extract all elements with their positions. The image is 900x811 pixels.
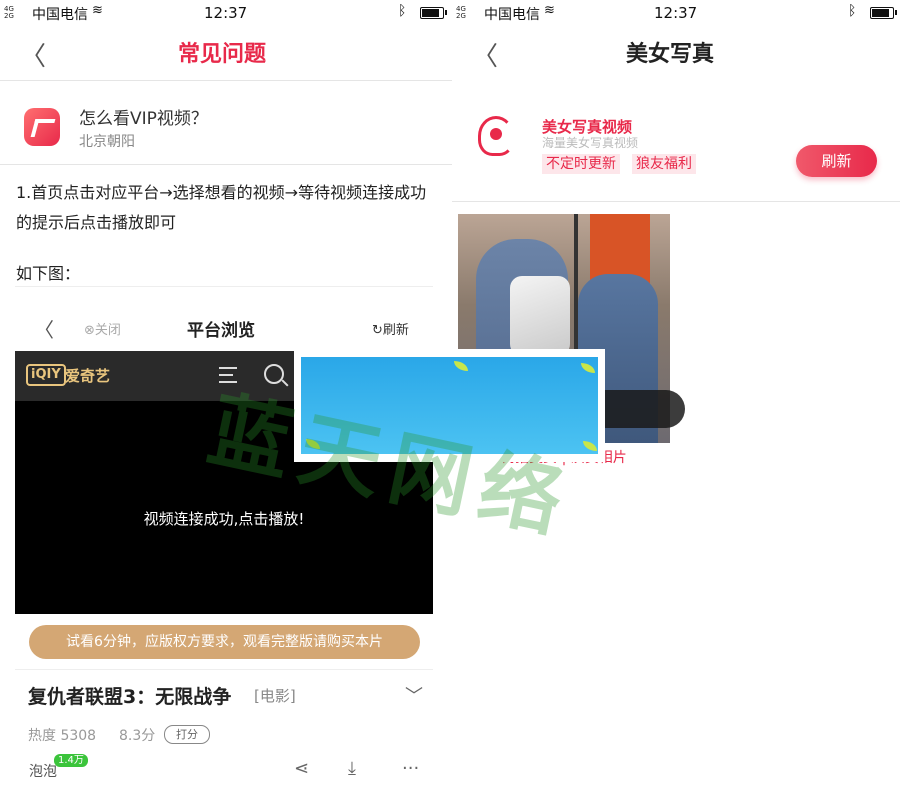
divider — [15, 286, 433, 287]
paopao-count-badge: 1.4万 — [54, 754, 88, 767]
status-time: 12:37 — [204, 4, 248, 22]
bluetooth-icon: ᛒ — [398, 3, 407, 19]
inner-back-button[interactable]: 〈 — [34, 314, 54, 343]
chevron-down-icon[interactable]: ﹀ — [405, 682, 423, 708]
share-icon[interactable]: ⋖ — [294, 758, 309, 779]
movie-title: 复仇者联盟3：无限战争 — [28, 686, 232, 708]
answer-step: 1.首页点击对应平台→选择想看的视频→等待视频连接成功的提示后点击播放即可 — [16, 183, 427, 232]
signal-icon: 4G 2G — [456, 5, 466, 20]
channel-avatar — [476, 114, 516, 156]
app-logo-icon — [24, 108, 60, 146]
iqiyi-name: 爱奇艺 — [65, 367, 111, 385]
iqiyi-logo: iQIY — [26, 364, 66, 386]
divider — [0, 164, 452, 165]
status-bar: 4G 2G 中国电信 ≋ 12:37 ᛒ — [0, 0, 452, 26]
divider — [452, 201, 900, 202]
battery-icon — [420, 7, 447, 19]
back-button[interactable]: 〈 — [472, 36, 498, 73]
more-icon[interactable]: ··· — [402, 758, 419, 779]
carrier-label: 中国电信 — [484, 7, 540, 23]
answer-see-below: 如下图： — [16, 264, 81, 283]
battery-icon — [870, 7, 897, 19]
download-icon[interactable]: ⤓ — [348, 758, 356, 779]
signal-icon: 4G 2G — [4, 5, 14, 20]
channel-subtitle: 海量美女写真视频 — [542, 136, 639, 150]
page-title: 常见问题 — [178, 42, 267, 67]
channel-tag: 不定时更新 — [542, 154, 620, 174]
rate-button[interactable]: 打分 — [164, 725, 210, 744]
wifi-icon: ≋ — [544, 3, 555, 18]
page-title: 美女写真 — [626, 42, 715, 67]
refresh-button[interactable]: 刷新 — [796, 145, 877, 177]
divider — [15, 669, 433, 670]
divider — [0, 80, 452, 81]
trial-notice[interactable]: 试看6分钟，应版权方要求，观看完整版请购买本片 — [29, 625, 420, 659]
status-time: 12:37 — [654, 4, 698, 22]
inner-close-button[interactable]: ⊗关闭 — [84, 319, 121, 338]
question-location: 北京朝阳 — [79, 134, 135, 150]
dark-banner — [605, 390, 685, 428]
movie-score: 8.3分 — [119, 728, 156, 744]
paopao-link[interactable]: 泡泡 — [29, 761, 57, 781]
heat-count: 热度 5308 — [28, 728, 97, 744]
bluetooth-icon: ᛒ — [848, 3, 857, 19]
status-bar: 4G 2G 中国电信 ≋ 12:37 ᛒ — [452, 0, 900, 26]
carrier-label: 中国电信 — [32, 7, 88, 23]
inner-title: 平台浏览 — [187, 321, 255, 341]
inner-refresh-button[interactable]: ↻刷新 — [372, 319, 409, 338]
wifi-icon: ≋ — [92, 3, 103, 18]
back-button[interactable]: 〈 — [20, 36, 46, 73]
question-title: 怎么看VIP视频？ — [79, 109, 208, 129]
channel-tag: 狼友福利 — [632, 154, 696, 174]
movie-tag: [电影] — [254, 687, 296, 705]
